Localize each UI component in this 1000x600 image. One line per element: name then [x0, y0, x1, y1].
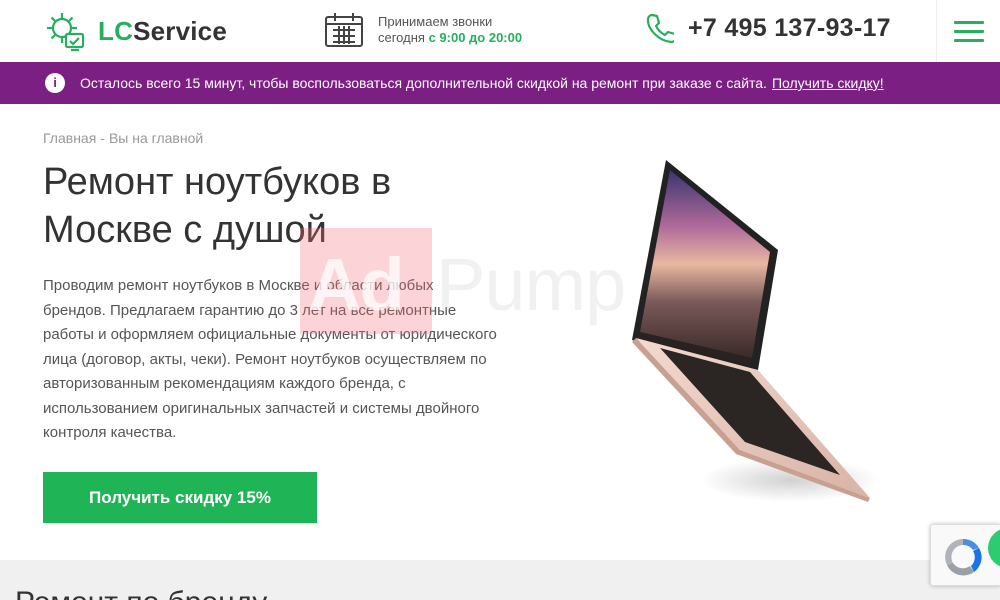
hours-prefix: сегодня — [378, 30, 425, 45]
burger-line — [953, 29, 984, 33]
breadcrumb-current: Вы на главной — [108, 130, 204, 146]
get-discount-button[interactable]: Получить скидку 15% — [43, 472, 317, 523]
hours-time: с 9:00 до 20:00 — [428, 30, 523, 45]
site-header: LCService Принимаем звонки сегодня с 9:0… — [0, 0, 1000, 62]
logo-accent: LC — [98, 15, 134, 46]
get-discount-link[interactable]: Получить скидку! — [772, 75, 884, 91]
page-title: Ремонт ноутбуков в Москве с душой — [43, 161, 392, 251]
working-hours: Принимаем звонки сегодня с 9:00 до 20:00 — [324, 12, 522, 48]
brands-section: Ремонт по бренду — [0, 560, 1000, 600]
laptop-image — [632, 160, 880, 502]
breadcrumb-home[interactable]: Главная — [43, 130, 96, 146]
recaptcha-icon — [945, 538, 982, 576]
logo[interactable]: LCService — [42, 8, 227, 54]
breadcrumb: Главная - Вы на главной — [43, 130, 203, 146]
hours-line2: сегодня с 9:00 до 20:00 — [378, 30, 522, 46]
info-icon: i — [45, 73, 65, 93]
promo-bar: i Осталось всего 15 минут, чтобы восполь… — [0, 62, 1000, 104]
hours-line1: Принимаем звонки — [378, 14, 493, 29]
burger-line — [953, 20, 984, 24]
burger-line — [953, 38, 984, 42]
logo-text: LCService — [98, 16, 227, 47]
gear-monitor-icon — [47, 13, 85, 52]
hamburger-menu-icon[interactable] — [936, 0, 1000, 62]
phone-block[interactable]: +7 495 137-93-17 — [646, 12, 891, 44]
hero-description: Проводим ремонт ноутбуков в Москве и обл… — [43, 277, 497, 441]
brands-title: Ремонт по бренду — [15, 586, 267, 600]
breadcrumb-separator: - — [100, 130, 105, 146]
hours-text: Принимаем звонки сегодня с 9:00 до 20:00 — [378, 14, 522, 46]
promo-text: Осталось всего 15 минут, чтобы воспользо… — [80, 75, 767, 91]
calendar-icon — [325, 13, 363, 47]
phone-icon — [646, 13, 674, 44]
logo-rest: Service — [133, 15, 227, 46]
phone-number[interactable]: +7 495 137-93-17 — [688, 14, 891, 43]
